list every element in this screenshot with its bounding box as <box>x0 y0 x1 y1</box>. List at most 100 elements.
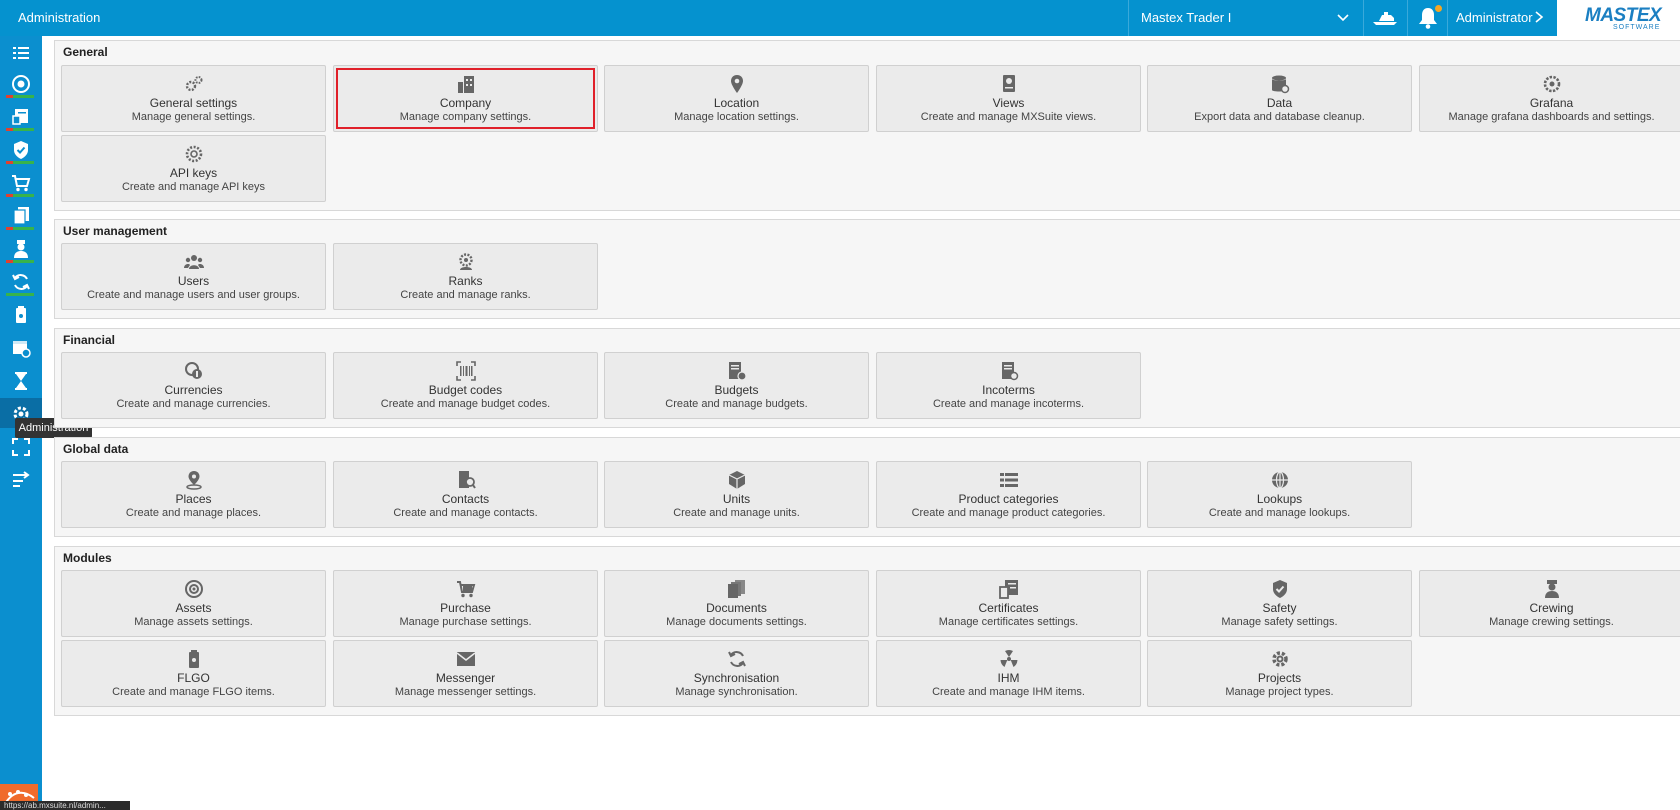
gear-icon <box>1272 651 1288 667</box>
tile-title: Currencies <box>164 383 223 397</box>
tile-description: Create and manage users and user groups. <box>87 289 300 301</box>
tile-description: Manage company settings. <box>399 111 532 123</box>
tile-flgo[interactable]: FLGO Create and manage FLGO items. <box>61 640 326 707</box>
contacts-icon <box>459 471 476 489</box>
status-indicator <box>6 95 34 98</box>
ship-button[interactable] <box>1363 0 1407 36</box>
flgo-icon <box>16 306 26 323</box>
tile-documents[interactable]: Documents Manage documents settings. <box>604 570 869 637</box>
vessel-selector[interactable]: Mastex Trader I <box>1128 0 1363 36</box>
user-menu[interactable]: Administrator <box>1447 0 1557 36</box>
tile-crewing[interactable]: Crewing Manage crewing settings. <box>1419 570 1680 637</box>
ranks-icon <box>459 253 473 270</box>
tile-assets[interactable]: Assets Manage assets settings. <box>61 570 326 637</box>
tile-data[interactable]: Data Export data and database cleanup. <box>1147 65 1412 132</box>
tile-lookups[interactable]: Lookups Create and manage lookups. <box>1147 461 1412 528</box>
tile-description: Create and manage places. <box>125 507 262 519</box>
tile-description: Manage synchronisation. <box>675 686 798 698</box>
sidebar-item-purchase[interactable] <box>0 167 42 197</box>
tile-budgets[interactable]: Budgets Create and manage budgets. <box>604 352 869 419</box>
status-indicator <box>6 194 34 197</box>
tile-description: Manage certificates settings. <box>938 616 1079 628</box>
tile-places[interactable]: Places Create and manage places. <box>61 461 326 528</box>
sidebar-item-planning[interactable] <box>0 332 42 362</box>
tile-description: Create and manage lookups. <box>1208 507 1351 519</box>
tile-users[interactable]: Users Create and manage users and user g… <box>61 243 326 310</box>
calendar-icon <box>13 341 31 358</box>
section-title: General <box>63 45 108 59</box>
tile-description: Manage messenger settings. <box>394 686 537 698</box>
tile-api-keys[interactable]: API keys Create and manage API keys <box>61 135 326 202</box>
purchase-icon <box>12 175 31 192</box>
logo-subtext: SOFTWARE <box>1613 24 1661 31</box>
tile-contacts[interactable]: Contacts Create and manage contacts. <box>333 461 598 528</box>
tile-safety[interactable]: Safety Manage safety settings. <box>1147 570 1412 637</box>
tile-synchronisation[interactable]: Synchronisation Manage synchronisation. <box>604 640 869 707</box>
tile-general-settings[interactable]: General settings Manage general settings… <box>61 65 326 132</box>
tile-units[interactable]: Units Create and manage units. <box>604 461 869 528</box>
tile-description: Manage location settings. <box>674 111 799 123</box>
tile-title: Certificates <box>978 601 1039 615</box>
tile-ranks[interactable]: Ranks Create and manage ranks. <box>333 243 598 310</box>
tile-description: Manage assets settings. <box>134 616 253 628</box>
tile-description: Manage general settings. <box>131 111 256 123</box>
sidebar-item-synchronisation[interactable] <box>0 266 42 296</box>
chevron-down-icon <box>1337 14 1349 22</box>
product-categories-icon <box>1000 473 1018 487</box>
tile-title: Lookups <box>1256 492 1303 506</box>
status-url: https://ab.mxsuite.nl/admin... <box>0 801 130 810</box>
tile-title: Budgets <box>714 383 759 397</box>
section-user-management: User management Users Create and manage … <box>54 219 1680 319</box>
sidebar-item-flgo[interactable] <box>0 299 42 329</box>
tile-title: IHM <box>997 671 1020 685</box>
tile-currencies[interactable]: Currencies Create and manage currencies. <box>61 352 326 419</box>
section-title: User management <box>63 224 168 238</box>
tile-title: Budget codes <box>428 383 503 397</box>
section-title: Modules <box>63 551 112 565</box>
tile-certificates[interactable]: Certificates Manage certificates setting… <box>876 570 1141 637</box>
section-financial: Financial Currencies Create and manage c… <box>54 328 1680 428</box>
tile-description: Create and manage budgets. <box>665 398 808 410</box>
sidebar-item-assets[interactable] <box>0 68 42 98</box>
assets-icon <box>185 580 203 598</box>
notification-dot <box>1435 5 1442 12</box>
users-icon <box>184 255 204 269</box>
tile-description: Create and manage incoterms. <box>932 398 1085 410</box>
tile-incoterms[interactable]: Incoterms Create and manage incoterms. <box>876 352 1141 419</box>
sidebar-item-hours[interactable] <box>0 365 42 395</box>
vessel-name: Mastex Trader I <box>1141 10 1232 25</box>
crewing-icon <box>14 240 28 258</box>
sidebar-item-crewing[interactable] <box>0 233 42 263</box>
tile-product-categories[interactable]: Product categories Create and manage pro… <box>876 461 1141 528</box>
fullscreen-icon <box>12 438 30 456</box>
tile-title: Projects <box>1257 671 1302 685</box>
status-indicator <box>6 293 34 296</box>
tile-description: Create and manage contacts. <box>393 507 538 519</box>
sidebar-item-safety[interactable] <box>0 134 42 164</box>
envelope-icon <box>456 652 476 666</box>
tile-budget-codes[interactable]: Budget codes Create and manage budget co… <box>333 352 598 419</box>
tile-grafana[interactable]: Grafana Manage grafana dashboards and se… <box>1419 65 1680 132</box>
sidebar-item-transfer[interactable] <box>0 464 42 494</box>
views-icon <box>1003 75 1015 92</box>
tile-title: Views <box>992 96 1025 110</box>
sidebar-item-certificates[interactable] <box>0 101 42 131</box>
incoterms-icon <box>1002 362 1019 381</box>
tile-description: Create and manage FLGO items. <box>112 686 275 698</box>
tile-messenger[interactable]: Messenger Manage messenger settings. <box>333 640 598 707</box>
crewing-icon <box>1545 580 1559 598</box>
tile-projects[interactable]: Projects Manage project types. <box>1147 640 1412 707</box>
tile-purchase[interactable]: Purchase Manage purchase settings. <box>333 570 598 637</box>
tile-location[interactable]: Location Manage location settings. <box>604 65 869 132</box>
tile-ihm[interactable]: IHM Create and manage IHM items. <box>876 640 1141 707</box>
tile-views[interactable]: Views Create and manage MXSuite views. <box>876 65 1141 132</box>
notifications-button[interactable] <box>1407 0 1447 36</box>
chevron-right-icon <box>1535 11 1544 23</box>
tile-description: Create and manage ranks. <box>400 289 531 301</box>
section-title: Global data <box>63 442 129 456</box>
safety-icon <box>1273 580 1287 598</box>
sidebar-item-menu[interactable] <box>0 38 42 68</box>
tile-title: Places <box>175 492 212 506</box>
sidebar-item-documents[interactable] <box>0 200 42 230</box>
tile-company[interactable]: Company Manage company settings. <box>333 65 598 132</box>
